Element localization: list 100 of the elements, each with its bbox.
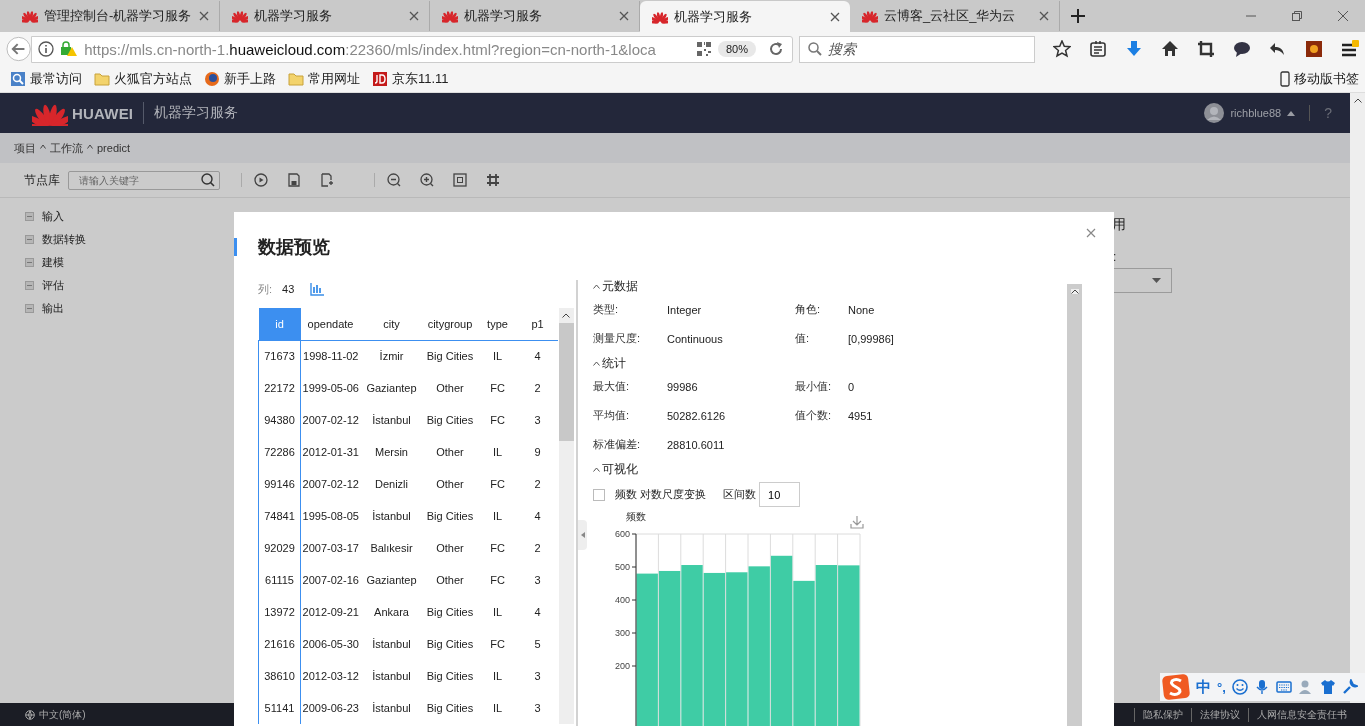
bookmark-item[interactable]: 最常访问 <box>10 70 82 88</box>
bookmark-item[interactable]: 京东11.11 <box>372 70 449 88</box>
back-icon[interactable] <box>6 36 32 62</box>
zoom-in-icon[interactable] <box>420 173 434 187</box>
section-toggle[interactable]: 统计 <box>593 355 1067 372</box>
bookmark-item[interactable]: 新手上路 <box>204 70 276 88</box>
close-icon[interactable] <box>1039 11 1049 21</box>
breadcrumb-link[interactable]: 工作流 <box>50 140 83 156</box>
home-icon[interactable] <box>1161 40 1179 58</box>
axis-tick-label: 300 <box>614 628 630 638</box>
footer-link[interactable]: 隐私保护 <box>1134 707 1191 722</box>
table-cell-text: IL <box>491 445 504 460</box>
field-value: 0 <box>848 379 856 395</box>
phone-icon <box>1280 71 1290 87</box>
bookmark-star-icon[interactable] <box>1053 40 1071 58</box>
play-icon[interactable] <box>254 173 268 187</box>
column-header[interactable]: city <box>360 308 423 340</box>
section-toggle[interactable]: 可视化 <box>593 461 1067 478</box>
close-icon[interactable] <box>1337 10 1349 22</box>
table-cell: 2009-06-23 <box>300 692 361 724</box>
node-category[interactable]: 建模 <box>25 255 235 270</box>
globe-icon <box>25 709 35 720</box>
new-tab-icon[interactable] <box>1070 8 1086 24</box>
sun-addon-icon[interactable] <box>1305 40 1323 58</box>
bar-chart-icon[interactable] <box>310 282 325 296</box>
mobile-bookmarks[interactable]: 移动版书签 <box>1280 70 1359 88</box>
chevron-icon <box>87 143 93 149</box>
node-category[interactable]: 输入 <box>25 209 235 224</box>
save-icon[interactable] <box>287 173 301 187</box>
node-search-field[interactable]: 请输入关键字 <box>68 170 220 190</box>
zoom-level[interactable]: 80% <box>717 41 756 57</box>
reading-list-icon[interactable] <box>1089 40 1107 58</box>
download-icon[interactable] <box>850 515 864 529</box>
panel-scrollbar[interactable] <box>1067 284 1082 726</box>
close-icon[interactable] <box>409 11 419 21</box>
column-header[interactable]: type <box>477 308 518 340</box>
browser-tab[interactable]: 机器学习服务 <box>640 1 850 32</box>
node-category[interactable]: 评估 <box>25 278 235 293</box>
close-icon[interactable] <box>619 11 629 21</box>
footer-link[interactable]: 法律协议 <box>1191 707 1248 722</box>
close-icon[interactable] <box>1086 228 1096 238</box>
menu-icon[interactable] <box>1341 40 1359 58</box>
table-cell: 2012-01-31 <box>300 436 361 468</box>
keyboard-icon[interactable] <box>1275 679 1292 695</box>
zoom-out-icon[interactable] <box>387 173 401 187</box>
scroll-up-icon <box>1353 98 1362 103</box>
address-bar[interactable]: https://mls.cn-north-1.huaweicloud.com:22360/mls/index.html?region=cn-north-1&loca 80% <box>31 35 793 63</box>
qr-code-icon[interactable] <box>695 41 712 57</box>
search-field[interactable]: 搜索 <box>799 35 1035 63</box>
table-cell-text: FC <box>489 477 506 492</box>
table-cell-text: Big Cities <box>425 669 475 684</box>
sogou-logo-icon[interactable] <box>1162 674 1190 700</box>
table-cell-text: Other <box>435 381 465 396</box>
expand-square-icon <box>25 235 34 244</box>
chat-bubble-icon[interactable] <box>1233 40 1251 58</box>
bins-input[interactable]: 10 <box>759 482 801 507</box>
field-label: 测量尺度: <box>593 331 642 346</box>
save-as-icon[interactable] <box>320 173 334 187</box>
table-cell: 38610 <box>258 660 301 692</box>
scroll-thumb[interactable] <box>558 323 574 441</box>
fit-view-icon[interactable] <box>453 173 467 187</box>
column-header[interactable]: opendate <box>300 308 361 340</box>
browser-tab[interactable]: 云博客_云社区_华为云 <box>850 1 1060 31</box>
crop-icon[interactable] <box>1197 40 1215 58</box>
shirt-icon[interactable] <box>1319 679 1336 695</box>
punctuation-mode[interactable]: °, <box>1217 679 1226 695</box>
download-icon[interactable] <box>1125 40 1143 58</box>
field-label: 值: <box>795 331 811 346</box>
column-header[interactable]: citygroup <box>422 308 478 340</box>
checkbox[interactable] <box>593 488 605 501</box>
reload-icon[interactable] <box>768 41 784 57</box>
collapse-handle[interactable] <box>578 520 587 550</box>
grid-icon[interactable] <box>486 173 500 187</box>
close-icon[interactable] <box>199 11 209 21</box>
table-scrollbar[interactable] <box>558 308 574 724</box>
page-scrollbar[interactable] <box>1350 93 1365 703</box>
node-category[interactable]: 数据转换 <box>25 232 235 247</box>
input-mode[interactable]: 中 <box>1196 677 1211 697</box>
username[interactable]: richblue88 <box>1230 107 1282 119</box>
table-cell-text: 3 <box>533 701 542 716</box>
footer-link[interactable]: 人网信息安全责任书 <box>1248 707 1355 722</box>
node-category[interactable]: 输出 <box>25 301 235 316</box>
field-value: None <box>848 302 876 318</box>
field-value: 4951 <box>848 408 874 424</box>
browser-tab[interactable]: 机器学习服务 <box>220 1 430 31</box>
table-cell-text: FC <box>489 541 506 556</box>
bookmark-item[interactable]: 火狐官方站点 <box>94 70 192 88</box>
table-cell: 4 <box>517 340 558 372</box>
column-header[interactable]: p1 <box>517 308 558 340</box>
wrench-icon[interactable] <box>1341 679 1358 695</box>
browser-tab[interactable]: 管理控制台-机器学习服务 <box>10 1 220 31</box>
breadcrumb-link[interactable]: 项目 <box>14 140 36 156</box>
table-cell: 74841 <box>258 500 301 532</box>
breadcrumb-link[interactable]: predict <box>97 142 131 154</box>
close-icon[interactable] <box>830 11 840 22</box>
section-toggle[interactable]: 元数据 <box>593 278 1067 295</box>
restore-icon[interactable] <box>1291 10 1303 22</box>
table-cell: 92029 <box>258 532 301 564</box>
smiley-icon[interactable] <box>1231 679 1248 695</box>
bookmark-item[interactable]: 常用网址 <box>288 70 360 88</box>
